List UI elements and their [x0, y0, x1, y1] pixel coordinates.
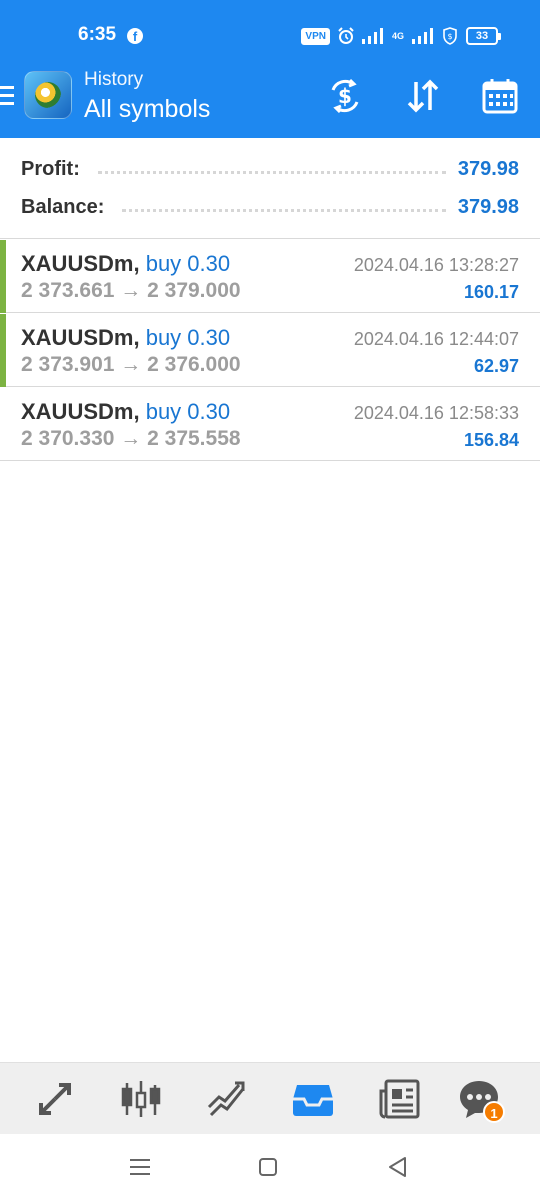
currency-exchange-icon[interactable]: $ — [325, 76, 365, 116]
profit-indicator — [0, 314, 6, 387]
trade-symbol: XAUUSDm, buy 0.30 — [21, 251, 231, 276]
balance-row: Balance: 379.98 — [21, 192, 519, 222]
status-time: 6:35 — [78, 24, 117, 45]
trade-icon[interactable] — [205, 1077, 249, 1121]
dotted-leader — [122, 208, 446, 212]
chat-badge: 1 — [483, 1101, 505, 1123]
profit-indicator — [0, 240, 6, 313]
trade-profit: 156.84 — [463, 430, 519, 450]
history-icon[interactable] — [291, 1077, 335, 1121]
trade-row[interactable]: XAUUSDm, buy 0.30 2 373.661 → 2 379.000 … — [0, 240, 540, 313]
trade-symbol: XAUUSDm, buy 0.30 — [21, 399, 231, 424]
profit-row: Profit: 379.98 — [21, 154, 519, 184]
trade-prices: 2 373.901 → 2 376.000 — [21, 353, 241, 376]
bottom-nav: 1 — [0, 1062, 540, 1134]
signal-icon — [361, 28, 383, 44]
trade-prices: 2 373.661 → 2 379.000 — [21, 279, 241, 302]
trade-row[interactable]: XAUUSDm, buy 0.30 2 370.330 → 2 375.558 … — [0, 388, 540, 461]
status-icons: VPN 4G $ 33 — [301, 26, 501, 46]
trade-symbol: XAUUSDm, buy 0.30 — [21, 325, 231, 350]
trade-time: 2024.04.16 12:58:33 — [353, 403, 519, 423]
shield-icon: $ — [443, 27, 457, 45]
trade-time: 2024.04.16 12:44:07 — [353, 329, 519, 349]
news-icon[interactable] — [378, 1077, 422, 1121]
quotes-icon[interactable] — [33, 1077, 77, 1121]
vpn-icon: VPN — [301, 27, 330, 45]
trade-side: buy 0.30 — [145, 399, 231, 424]
trade-time: 2024.04.16 13:28:27 — [353, 255, 519, 275]
battery-icon: 33 — [466, 27, 501, 45]
page-subtitle: History — [84, 69, 144, 90]
chart-icon[interactable] — [119, 1077, 163, 1121]
status-bar: 6:35 f VPN 4G $ 33 — [0, 0, 540, 64]
trade-profit: 62.97 — [473, 356, 519, 376]
history-summary: Profit: 379.98 Balance: 379.98 — [0, 138, 540, 239]
chat-icon[interactable]: 1 — [457, 1077, 505, 1123]
balance-label: Balance: — [21, 195, 105, 218]
home-icon[interactable] — [255, 1154, 281, 1180]
trade-profit: 160.17 — [463, 282, 519, 302]
dotted-leader — [97, 170, 446, 174]
sort-icon[interactable] — [403, 76, 443, 116]
trade-prices: 2 370.330 → 2 375.558 — [21, 427, 241, 450]
svg-text:$: $ — [447, 32, 452, 41]
facebook-notification-icon: f — [127, 28, 143, 44]
back-icon[interactable] — [385, 1154, 411, 1180]
app-logo — [24, 71, 72, 119]
network-type-icon: 4G — [391, 31, 404, 41]
menu-icon[interactable] — [0, 86, 16, 108]
balance-value: 379.98 — [457, 195, 519, 218]
signal-icon-2 — [412, 28, 433, 44]
alarm-icon — [338, 27, 354, 44]
trade-row[interactable]: XAUUSDm, buy 0.30 2 373.901 → 2 376.000 … — [0, 314, 540, 387]
trade-side: buy 0.30 — [145, 251, 231, 276]
svg-text:$: $ — [338, 84, 352, 108]
system-nav-bar — [0, 1134, 540, 1200]
recent-apps-icon[interactable] — [127, 1154, 153, 1180]
calendar-icon[interactable] — [480, 76, 520, 116]
trade-side: buy 0.30 — [145, 325, 231, 350]
page-title[interactable]: All symbols — [84, 95, 210, 124]
profit-label: Profit: — [21, 157, 80, 180]
app-bar: History All symbols $ — [0, 64, 540, 138]
profit-value: 379.98 — [457, 157, 519, 180]
